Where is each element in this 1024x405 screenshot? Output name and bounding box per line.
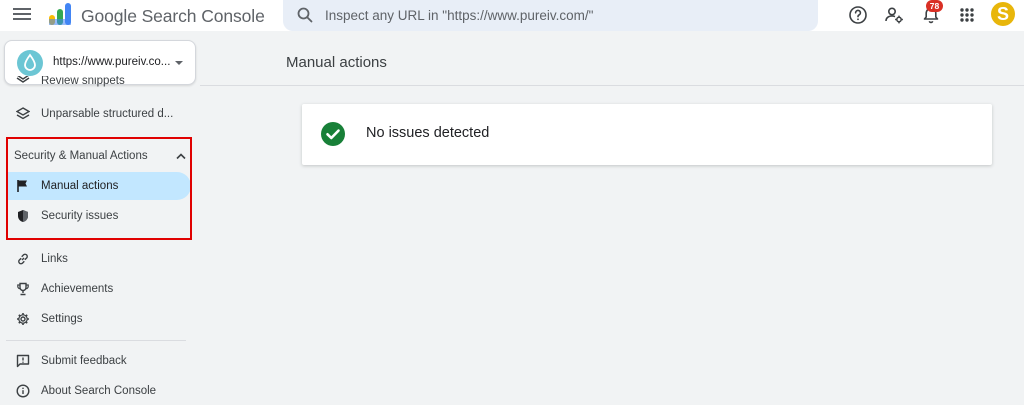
- page-title: Manual actions: [286, 54, 387, 71]
- search-icon[interactable]: [296, 6, 314, 24]
- sidebar-divider: [6, 340, 186, 341]
- droplet-icon: [24, 53, 36, 71]
- info-icon: [16, 384, 30, 398]
- top-bar: Google Search Console 78 S: [0, 0, 1024, 31]
- url-inspection-search[interactable]: [283, 0, 818, 31]
- search-input[interactable]: [325, 4, 795, 26]
- section-label: Security & Manual Actions: [14, 150, 148, 162]
- trophy-icon: [17, 282, 29, 296]
- property-favicon: [17, 50, 43, 76]
- sidebar-item-achievements[interactable]: Achievements: [6, 275, 191, 303]
- status-card: No issues detected: [302, 104, 992, 165]
- user-settings-icon[interactable]: [883, 4, 905, 26]
- nav-label: About Search Console: [41, 385, 157, 397]
- nav-label: Links: [41, 253, 68, 265]
- layers-icon: [16, 76, 30, 84]
- sidebar-item-unparsable-structured-data[interactable]: Unparsable structured d...: [6, 100, 191, 128]
- help-icon[interactable]: [847, 4, 869, 26]
- status-text: No issues detected: [366, 125, 490, 141]
- shield-icon: [18, 210, 28, 222]
- nav-label: Unparsable structured d...: [41, 108, 174, 120]
- layers-icon: [16, 107, 30, 120]
- search-console-logo: [49, 3, 71, 25]
- sidebar-item-security-issues[interactable]: Security issues: [6, 202, 191, 230]
- sidebar-item-links[interactable]: Links: [6, 245, 191, 273]
- header-divider: [200, 85, 1024, 86]
- sidebar-item-settings[interactable]: Settings: [6, 305, 191, 333]
- property-url: https://www.pureiv.co...: [53, 56, 171, 68]
- section-security-manual-actions[interactable]: Security & Manual Actions: [6, 143, 191, 169]
- app-brand: Google Search Console: [81, 6, 265, 26]
- sidebar-item-about[interactable]: About Search Console: [6, 377, 191, 405]
- nav-label-review-snippets: Review snippets: [41, 76, 125, 87]
- nav-label: Submit feedback: [41, 355, 127, 367]
- gear-icon: [17, 313, 29, 325]
- sidebar-item-manual-actions[interactable]: Manual actions: [6, 172, 191, 200]
- nav-label: Achievements: [41, 283, 114, 295]
- link-icon: [18, 253, 28, 265]
- nav-label: Settings: [41, 313, 83, 325]
- notification-count-badge: 78: [926, 0, 943, 12]
- flag-icon: [17, 180, 27, 192]
- feedback-icon: [16, 354, 30, 368]
- sidebar-item-submit-feedback[interactable]: Submit feedback: [6, 347, 191, 375]
- account-avatar[interactable]: S: [991, 2, 1015, 26]
- clipped-nav-item: Review snippets: [0, 76, 200, 92]
- apps-grid-icon[interactable]: [956, 4, 978, 26]
- chevron-up-icon[interactable]: [176, 152, 186, 160]
- menu-icon[interactable]: [13, 8, 31, 22]
- check-circle-icon: [321, 122, 345, 146]
- dropdown-caret-icon[interactable]: [175, 61, 183, 65]
- nav-label: Security issues: [41, 210, 119, 222]
- nav-label: Manual actions: [41, 180, 119, 192]
